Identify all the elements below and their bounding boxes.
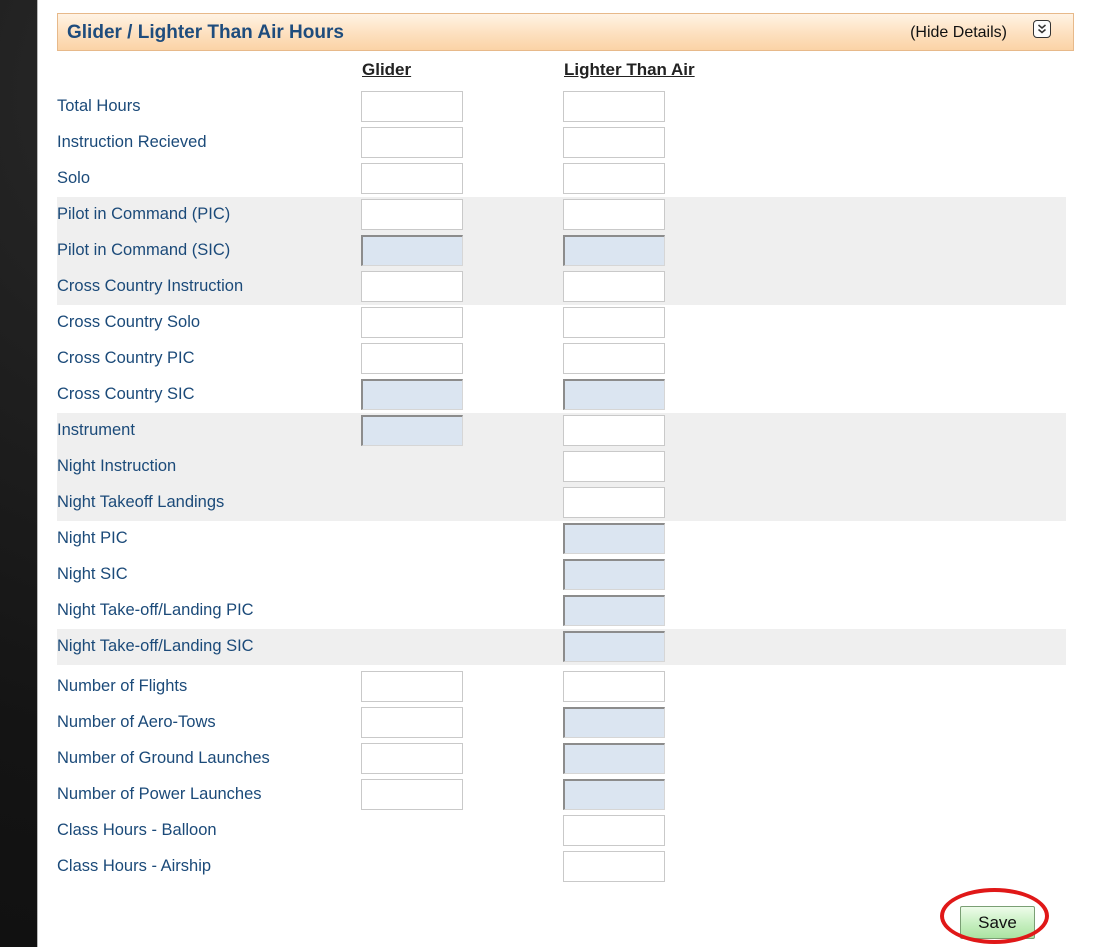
number-of-power-launches-row: Number of Power Launches [57, 777, 1066, 813]
night-instruction-row: Night Instruction [57, 449, 1066, 485]
glider-cross-country-instruction-input[interactable] [361, 271, 463, 302]
total-hours-row: Total Hours [57, 89, 1066, 125]
glider-instrument-input [361, 415, 463, 446]
lta-instrument-input[interactable] [563, 415, 665, 446]
lta-total-hours-input[interactable] [563, 91, 665, 122]
cross-country-instruction-row: Cross Country Instruction [57, 269, 1066, 305]
lta-instruction-received-input[interactable] [563, 127, 665, 158]
glider-number-of-flights-input[interactable] [361, 671, 463, 702]
class-hours-airship-row: Class Hours - Airship [57, 849, 1066, 885]
row-label: Number of Aero-Tows [57, 713, 216, 731]
night-takeoff-landing-pic-row: Night Take-off/Landing PIC [57, 593, 1066, 629]
number-of-ground-launches-row: Number of Ground Launches [57, 741, 1066, 777]
row-label: Instrument [57, 421, 135, 439]
lta-night-instruction-input[interactable] [563, 451, 665, 482]
row-label: Cross Country PIC [57, 349, 195, 367]
row-label: Night Takeoff Landings [57, 493, 225, 511]
lta-number-of-power-launches-input [563, 779, 665, 810]
glider-number-of-power-launches-input[interactable] [361, 779, 463, 810]
lta-sic-input [563, 235, 665, 266]
lta-night-takeoff-landing-sic-input [563, 631, 665, 662]
cross-country-sic-row: Cross Country SIC [57, 377, 1066, 413]
glider-solo-input[interactable] [361, 163, 463, 194]
night-takeoff-landing-sic-row: Night Take-off/Landing SIC [57, 629, 1066, 665]
row-label: Cross Country Solo [57, 313, 201, 331]
cross-country-solo-row: Cross Country Solo [57, 305, 1066, 341]
lta-night-sic-input [563, 559, 665, 590]
class-hours-balloon-row: Class Hours - Balloon [57, 813, 1066, 849]
row-label: Cross Country SIC [57, 385, 195, 403]
row-label: Night SIC [57, 565, 128, 583]
lta-number-of-ground-launches-input [563, 743, 665, 774]
lta-night-pic-input [563, 523, 665, 554]
lta-cross-country-pic-input[interactable] [563, 343, 665, 374]
lta-cross-country-sic-input [563, 379, 665, 410]
glider-total-hours-input[interactable] [361, 91, 463, 122]
lighter-than-air-column-header: Lighter Than Air [564, 60, 695, 79]
lta-number-of-flights-input[interactable] [563, 671, 665, 702]
row-label: Number of Ground Launches [57, 749, 270, 767]
row-label: Night Take-off/Landing PIC [57, 601, 254, 619]
double-chevron-down-icon[interactable] [1033, 20, 1051, 38]
glider-column-header: Glider [362, 60, 412, 79]
lta-pic-input[interactable] [563, 199, 665, 230]
row-label: Pilot in Command (SIC) [57, 241, 231, 259]
glider-cross-country-pic-input[interactable] [361, 343, 463, 374]
lta-class-hours-balloon-input[interactable] [563, 815, 665, 846]
glider-number-of-ground-launches-input[interactable] [361, 743, 463, 774]
lta-number-of-aero-tows-input [563, 707, 665, 738]
lta-solo-input[interactable] [563, 163, 665, 194]
number-of-aero-tows-row: Number of Aero-Tows [57, 705, 1066, 741]
row-label: Pilot in Command (PIC) [57, 205, 231, 223]
night-pic-row: Night PIC [57, 521, 1066, 557]
section-header[interactable]: Glider / Lighter Than Air Hours (Hide De… [57, 13, 1074, 51]
save-button[interactable]: Save [960, 906, 1035, 939]
glider-instruction-received-input[interactable] [361, 127, 463, 158]
row-label: Total Hours [57, 97, 141, 115]
glider-sic-input [361, 235, 463, 266]
glider-cross-country-solo-input[interactable] [361, 307, 463, 338]
row-label: Number of Power Launches [57, 785, 262, 803]
row-label: Number of Flights [57, 677, 188, 695]
lta-night-takeoff-landing-pic-input [563, 595, 665, 626]
night-sic-row: Night SIC [57, 557, 1066, 593]
pic-row: Pilot in Command (PIC) [57, 197, 1066, 233]
night-takeoff-landings-row: Night Takeoff Landings [57, 485, 1066, 521]
lta-class-hours-airship-input[interactable] [563, 851, 665, 882]
number-of-flights-row: Number of Flights [57, 669, 1066, 705]
row-label: Class Hours - Airship [57, 857, 212, 875]
solo-row: Solo [57, 161, 1066, 197]
row-label: Solo [57, 169, 91, 187]
cross-country-pic-row: Cross Country PIC [57, 341, 1066, 377]
panel-border [37, 0, 38, 947]
row-label: Night Instruction [57, 457, 177, 475]
instruction-received-row: Instruction Recieved [57, 125, 1066, 161]
row-label: Night Take-off/Landing SIC [57, 637, 254, 655]
hide-details-link[interactable]: (Hide Details) [910, 24, 1007, 42]
section-title: Glider / Lighter Than Air Hours [67, 22, 344, 43]
row-label: Instruction Recieved [57, 133, 207, 151]
row-label: Cross Country Instruction [57, 277, 244, 295]
lta-cross-country-solo-input[interactable] [563, 307, 665, 338]
row-label: Class Hours - Balloon [57, 821, 217, 839]
glider-cross-country-sic-input [361, 379, 463, 410]
instrument-row: Instrument [57, 413, 1066, 449]
sic-row: Pilot in Command (SIC) [57, 233, 1066, 269]
glider-number-of-aero-tows-input[interactable] [361, 707, 463, 738]
row-label: Night PIC [57, 529, 128, 547]
glider-pic-input[interactable] [361, 199, 463, 230]
lta-night-takeoff-landings-input[interactable] [563, 487, 665, 518]
lta-cross-country-instruction-input[interactable] [563, 271, 665, 302]
